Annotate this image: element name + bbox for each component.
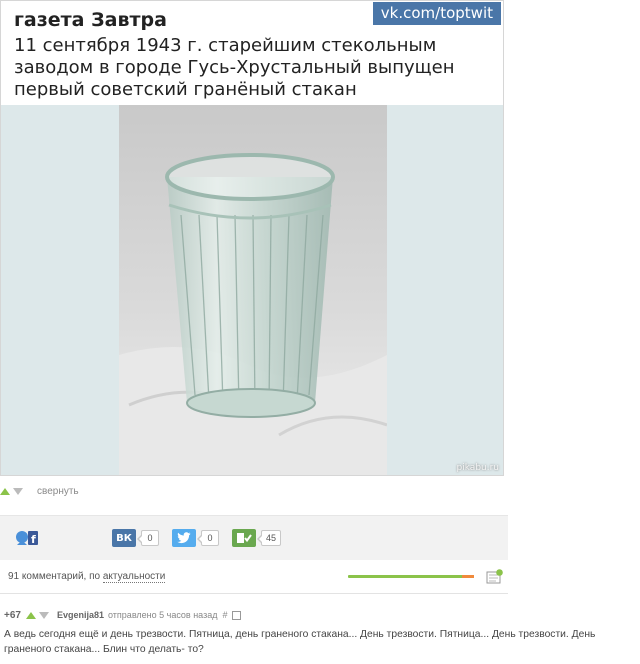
watermark: pikabu.ru [456,463,499,473]
comment-text: А ведь сегодня ещё и день трезвости. Пят… [4,629,596,655]
activity-negative-segment [462,575,474,578]
collapse-link[interactable]: свернуть [37,486,79,497]
comment-upvote-icon[interactable] [25,611,36,619]
comment-downvote-icon[interactable] [38,611,49,619]
comments-header: 91 комментарий, по актуальности [8,571,166,583]
comment-meta: +67 Evgenija81 отправлено 5 часов назад … [4,609,242,621]
save-icon [232,529,256,547]
save-button[interactable]: 45 [232,529,282,547]
vk-share-count: 0 [137,530,159,546]
author-badge[interactable]: f [14,529,40,547]
post-card: газета Завтра vk.com/toptwit 11 сентября… [0,0,504,476]
comment-permalink[interactable]: # [222,610,227,620]
faceted-glass-photo [119,105,387,475]
share-bar: f ВК 0 0 45 [0,515,508,560]
vk-share-button[interactable]: ВК 0 [112,529,159,547]
post-headline: 11 сентября 1943 г. старейшим стекольным… [14,35,455,100]
twitter-share-button[interactable]: 0 [172,529,219,547]
comment-time: отправлено 5 часов назад [108,610,218,620]
save-count: 45 [256,530,282,546]
author-icon: f [16,531,38,546]
vk-source-badge[interactable]: vk.com/toptwit [372,2,501,25]
comment-save-icon[interactable] [232,610,242,620]
post-header: газета Завтра vk.com/toptwit 11 сентября… [1,1,503,105]
comments-divider [0,593,508,594]
post-image[interactable]: pikabu.ru [1,105,503,475]
comment-username[interactable]: Evgenija81 [57,610,104,620]
downvote-icon[interactable] [13,487,23,495]
comments-activity-bar [348,575,474,578]
upvote-icon[interactable] [0,487,10,495]
sort-dropdown[interactable]: актуальности [102,571,166,583]
vk-icon: ВК [112,529,136,547]
comments-count: 91 комментарий, по [8,571,103,582]
twitter-share-count: 0 [197,530,219,546]
twitter-icon [172,529,196,547]
svg-text:f: f [31,533,36,546]
subscribe-comments-icon[interactable] [486,569,503,584]
post-rating-row: свернуть [0,484,79,498]
comment-rating: +67 [4,609,21,621]
